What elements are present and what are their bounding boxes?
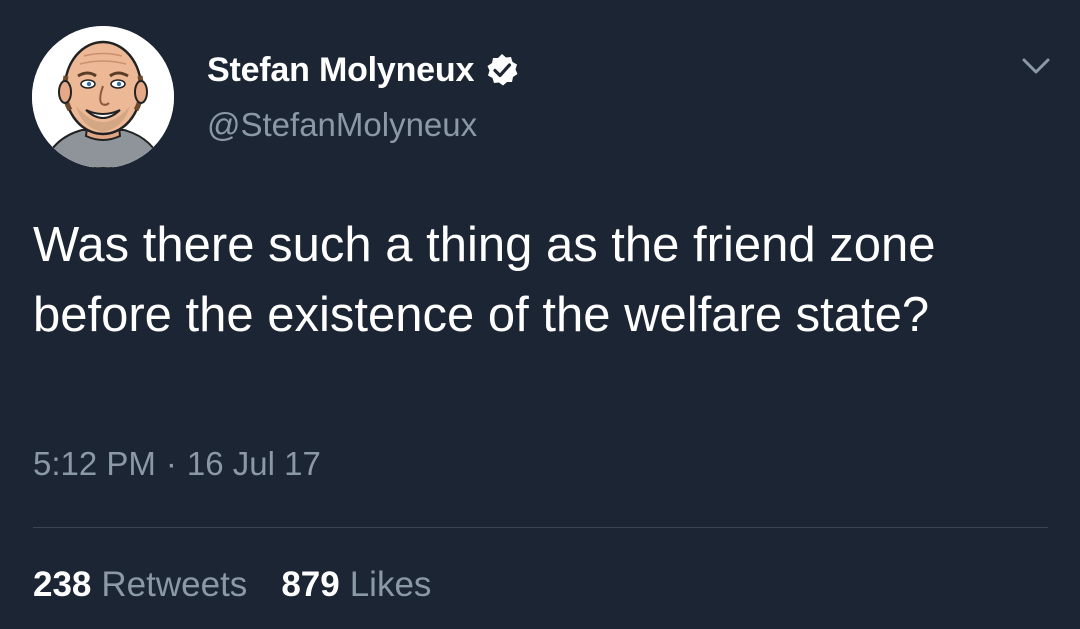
likes-label: Likes — [349, 565, 432, 604]
likes-count: 879 — [281, 565, 340, 604]
author-handle[interactable]: @StefanMolyneux — [207, 106, 477, 144]
meta-separator: · — [165, 445, 177, 482]
likes-stat[interactable]: 879 Likes — [281, 565, 431, 605]
avatar[interactable] — [32, 26, 174, 168]
retweets-count: 238 — [33, 565, 92, 604]
author-name-row: Stefan Molyneux — [207, 48, 520, 92]
divider — [33, 527, 1048, 528]
retweets-stat[interactable]: 238 Retweets — [33, 565, 247, 605]
tweet-date: 16 Jul 17 — [186, 445, 321, 482]
tweet-time: 5:12 PM — [33, 445, 156, 482]
engagement-stats: 238 Retweets 879 Likes — [33, 565, 431, 605]
tweet-timestamp[interactable]: 5:12 PM · 16 Jul 17 — [33, 445, 321, 483]
avatar-caricature-image — [32, 26, 174, 168]
author-display-name[interactable]: Stefan Molyneux — [207, 51, 474, 90]
retweets-label: Retweets — [101, 565, 248, 604]
chevron-down-icon[interactable] — [1020, 54, 1052, 78]
tweet-text: Was there such a thing as the friend zon… — [33, 218, 936, 342]
verified-badge-icon — [484, 52, 520, 88]
